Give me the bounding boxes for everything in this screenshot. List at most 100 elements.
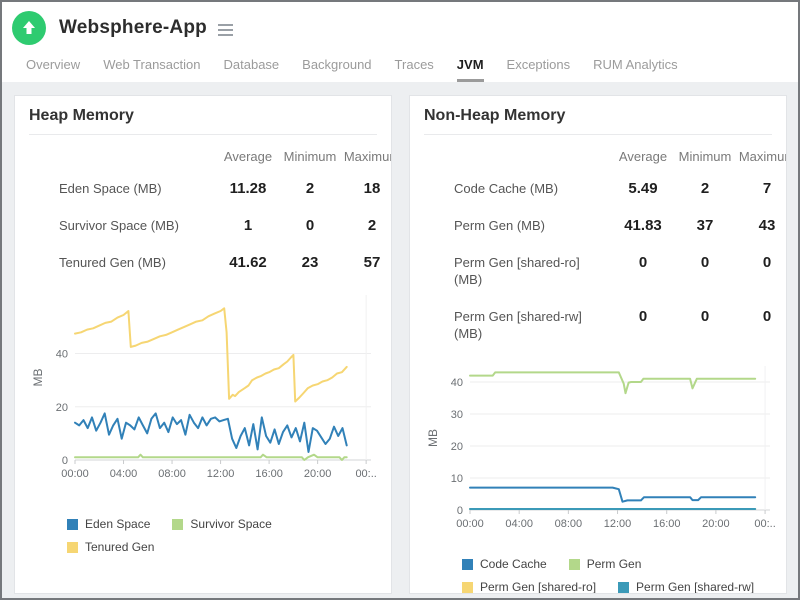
up-arrow-icon	[23, 21, 35, 34]
legend-item-perm-gen-shared-rw[interactable]: Perm Gen [shared-rw]	[618, 580, 755, 594]
perm-gen-shared-ro-swatch	[462, 581, 473, 593]
perm-gen-shared-rw-maximum: 0	[762, 308, 772, 325]
legend-label: Perm Gen [shared-ro]	[480, 580, 597, 594]
svg-text:12:00: 12:00	[207, 468, 235, 480]
legend-label: Eden Space	[85, 517, 151, 531]
heap-memory-panel: Heap Memory Average Minimum Maximum Eden…	[14, 95, 392, 594]
svg-text:20: 20	[56, 402, 68, 414]
hamburger-menu-icon[interactable]	[217, 21, 233, 39]
tenured-gen-minimum: 23	[301, 254, 319, 271]
svg-text:16:00: 16:00	[255, 468, 283, 480]
legend-item-code-cache[interactable]: Code Cache	[462, 557, 547, 571]
non-heap-memory-title: Non-Heap Memory	[424, 107, 566, 124]
col-header-maximum: Maximum	[738, 149, 786, 164]
svg-text:30: 30	[451, 409, 463, 421]
code-cache-maximum: 7	[762, 180, 772, 197]
svg-text:MB: MB	[31, 369, 45, 387]
perm-gen-shared-rw-swatch	[618, 581, 630, 593]
perm-gen-shared-rw-minimum: 0	[700, 308, 710, 325]
svg-text:00:00: 00:00	[456, 518, 484, 530]
perm-gen-shared-rw-average: 0	[638, 308, 648, 325]
survivor-space-maximum: 2	[367, 217, 377, 234]
tab-exceptions[interactable]: Exceptions	[507, 57, 571, 82]
divider	[29, 134, 377, 135]
perm-gen-maximum: 43	[758, 217, 776, 234]
non-heap-memory-panel: Non-Heap Memory Average Minimum Maximum …	[409, 95, 787, 594]
legend-label: Perm Gen [shared-rw]	[636, 580, 755, 594]
svg-text:04:00: 04:00	[505, 518, 533, 530]
svg-text:08:00: 08:00	[555, 518, 583, 530]
legend-label: Perm Gen	[586, 557, 642, 571]
col-header-average: Average	[223, 149, 273, 164]
code-cache-swatch	[462, 558, 473, 570]
row-label-perm-gen-shared-rw: Perm Gen [shared-rw] (MB)	[454, 309, 582, 341]
row-label-tenured-gen: Tenured Gen (MB)	[59, 255, 166, 270]
svg-text:MB: MB	[426, 429, 440, 447]
legend-label: Survivor Space	[190, 517, 272, 531]
col-header-minimum: Minimum	[678, 149, 732, 164]
tab-traces[interactable]: Traces	[395, 57, 434, 82]
survivor-space-average: 1	[243, 217, 253, 234]
code-cache-average: 5.49	[628, 180, 658, 197]
code-cache-minimum: 2	[700, 180, 710, 197]
tab-background[interactable]: Background	[302, 57, 371, 82]
tab-web-transaction[interactable]: Web Transaction	[103, 57, 200, 82]
heap-memory-legend: Eden Space Survivor Space Tenured Gen	[67, 517, 367, 554]
eden-space-swatch	[67, 518, 78, 530]
svg-text:40: 40	[56, 349, 68, 361]
tenured-gen-swatch	[67, 541, 78, 553]
eden-space-average: 11.28	[229, 180, 267, 197]
svg-text:20:00: 20:00	[304, 468, 332, 480]
app-window: Websphere-App Overview Web Transaction D…	[0, 0, 800, 600]
heap-memory-table: Average Minimum Maximum Eden Space (MB) …	[15, 145, 391, 281]
divider	[424, 134, 772, 135]
row-label-code-cache: Code Cache (MB)	[454, 181, 559, 196]
svg-text:16:00: 16:00	[653, 518, 681, 530]
svg-text:0: 0	[457, 505, 463, 517]
heap-memory-line-chart: 0 20 40 00:00 04:00 08:00 12:00 16:00 20:00 00:..…	[31, 295, 377, 480]
non-heap-memory-line-chart: 0 10 20 30 40 00:00 04:00 08:00 12:00 16:00 20:00 0…	[426, 366, 776, 530]
svg-text:20: 20	[451, 441, 463, 453]
row-label-perm-gen-shared-ro: Perm Gen [shared-ro] (MB)	[454, 255, 580, 287]
col-header-maximum: Maximum	[343, 149, 391, 164]
row-label-eden-space: Eden Space (MB)	[59, 181, 162, 196]
svg-text:0: 0	[62, 455, 68, 467]
legend-item-eden-space[interactable]: Eden Space	[67, 517, 150, 531]
legend-item-perm-gen-shared-ro[interactable]: Perm Gen [shared-ro]	[462, 580, 597, 594]
heap-memory-title: Heap Memory	[29, 107, 134, 124]
perm-gen-average: 41.83	[624, 217, 662, 234]
legend-item-tenured-gen[interactable]: Tenured Gen	[67, 540, 154, 554]
eden-space-minimum: 2	[305, 180, 315, 197]
perm-gen-shared-ro-minimum: 0	[700, 254, 710, 271]
col-header-average: Average	[618, 149, 668, 164]
non-heap-memory-chart: 0 10 20 30 40 00:00 04:00 08:00 12:00 16:00 20:00 0…	[424, 360, 786, 543]
row-label-survivor-space: Survivor Space (MB)	[59, 218, 179, 233]
dashboard-content: Heap Memory Average Minimum Maximum Eden…	[2, 82, 798, 594]
non-heap-memory-legend: Code Cache Perm Gen Perm Gen [shared-ro]…	[462, 557, 762, 594]
tab-overview[interactable]: Overview	[26, 57, 80, 82]
tenured-gen-maximum: 57	[363, 254, 381, 271]
tab-bar: Overview Web Transaction Database Backgr…	[12, 47, 798, 82]
svg-text:20:00: 20:00	[702, 518, 730, 530]
col-header-minimum: Minimum	[283, 149, 337, 164]
app-status-up-icon	[12, 11, 46, 45]
tab-rum-analytics[interactable]: RUM Analytics	[593, 57, 678, 82]
svg-text:40: 40	[451, 377, 463, 389]
legend-item-survivor-space[interactable]: Survivor Space	[172, 517, 272, 531]
tab-jvm[interactable]: JVM	[456, 57, 484, 82]
legend-label: Code Cache	[480, 557, 547, 571]
non-heap-memory-table: Average Minimum Maximum Code Cache (MB) …	[410, 145, 786, 352]
svg-text:00:..: 00:..	[754, 518, 775, 530]
svg-text:04:00: 04:00	[110, 468, 138, 480]
app-header: Websphere-App Overview Web Transaction D…	[2, 2, 798, 82]
tab-database[interactable]: Database	[224, 57, 280, 82]
eden-space-maximum: 18	[363, 180, 381, 197]
perm-gen-minimum: 37	[696, 217, 714, 234]
tenured-gen-average: 41.62	[229, 254, 267, 271]
legend-item-perm-gen[interactable]: Perm Gen	[568, 557, 642, 571]
survivor-space-minimum: 0	[305, 217, 315, 234]
heap-memory-chart: 0 20 40 00:00 04:00 08:00 12:00 16:00 20:00 00:..…	[29, 289, 391, 493]
perm-gen-swatch	[568, 558, 580, 570]
svg-text:00:..: 00:..	[355, 468, 376, 480]
survivor-space-swatch	[172, 518, 184, 530]
